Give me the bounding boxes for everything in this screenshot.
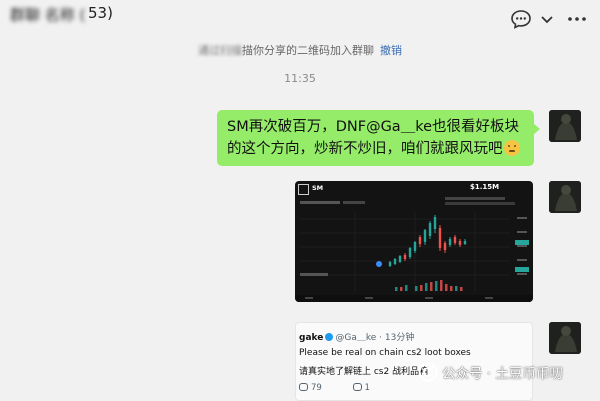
message-text: SM再次破百万，DNF@Ga＿ke也很看好板块的这个方向，炒新不炒旧，咱们就跟风…: [227, 119, 519, 157]
reply-count: 79: [311, 383, 322, 393]
bubble-tail: [533, 123, 540, 135]
avatar[interactable]: [549, 181, 581, 213]
flushed-face-emoji: [503, 140, 520, 156]
chat-title-blurred: 群聊 名称 (: [10, 6, 86, 24]
retweet-icon: [352, 383, 362, 391]
tweet-stats: 79 1: [299, 383, 398, 393]
exchange-logo-icon: [298, 184, 309, 195]
revoke-link[interactable]: 撤销: [380, 44, 402, 57]
chart-price: $1.15M: [470, 183, 500, 191]
retweet-count: 1: [364, 383, 370, 393]
price-chart-graphic: [295, 197, 533, 302]
chart-ticker: SM: [312, 184, 324, 192]
reply-icon: [299, 383, 308, 391]
chart-image-message[interactable]: SM $1.15M: [295, 181, 533, 302]
watermark-text: 公众号 · 土豆币币叨: [442, 366, 563, 382]
tweet-author-handle: @Ga＿ke · 13分钟: [335, 333, 415, 343]
chat-header: 群聊 名称 ( 53): [0, 0, 600, 38]
watermark: 公众号 · 土豆币币叨: [418, 362, 563, 390]
verified-badge-icon: [325, 333, 334, 341]
system-notice-text: 描你分享的二维码加入群聊: [242, 44, 374, 57]
message-timestamp: 11:35: [284, 72, 316, 85]
chevron-down-icon[interactable]: [536, 8, 558, 30]
tweet-text: Please be real on chain cs2 loot boxes: [299, 348, 471, 358]
tweet-author-name: gake: [299, 333, 324, 343]
system-notice-blurred: 通过扫描: [198, 44, 242, 57]
more-icon[interactable]: [566, 8, 588, 30]
wechat-official-account-icon: [418, 362, 438, 382]
message-bubble[interactable]: SM再次破百万，DNF@Ga＿ke也很看好板块的这个方向，炒新不炒旧，咱们就跟风…: [217, 110, 534, 166]
avatar[interactable]: [549, 110, 581, 142]
system-notice: 通过扫描描你分享的二维码加入群聊 撤销: [0, 42, 600, 58]
chat-bubble-icon[interactable]: [510, 8, 532, 30]
avatar[interactable]: [549, 322, 581, 354]
tweet-header: gake @Ga＿ke · 13分钟: [299, 330, 414, 343]
chat-title-member-count: 53): [88, 4, 113, 22]
tweet-translation: 请真实地了解链上 cs2 战利品箱: [299, 367, 429, 377]
